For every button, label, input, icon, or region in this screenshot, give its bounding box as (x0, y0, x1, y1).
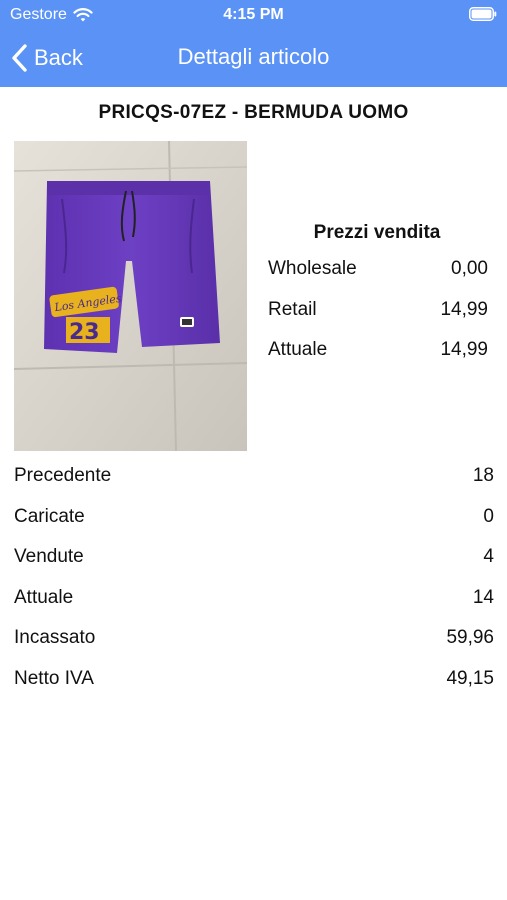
status-time: 4:15 PM (223, 6, 284, 23)
stat-value: 49,15 (446, 667, 494, 689)
stat-value: 18 (472, 465, 494, 486)
screen: Gestore 4:15 PM Back Dettagli articolo P… (0, 0, 507, 900)
price-value: 14,99 (440, 298, 488, 320)
stat-label: Caricate (14, 505, 85, 527)
stat-value: 4 (483, 546, 494, 567)
stat-label: Incassato (14, 627, 96, 648)
stat-label: Vendute (14, 546, 84, 567)
price-value: 0,00 (451, 258, 488, 279)
stat-value: 14 (472, 586, 494, 608)
price-label: Wholesale (268, 258, 357, 279)
product-photo: Los Angeles 23 (14, 141, 247, 451)
price-row-retail: Retail 14,99 (266, 299, 488, 340)
battery-icon (469, 7, 497, 21)
top-bar: Gestore 4:15 PM Back Dettagli articolo (0, 0, 507, 87)
sale-prices-panel: Prezzi vendita Wholesale 0,00 Retail 14,… (266, 222, 488, 380)
stat-row-current: Attuale 14 (14, 587, 494, 628)
status-bar: Gestore 4:15 PM (0, 0, 507, 30)
stat-label: Netto IVA (14, 667, 94, 689)
navigation-bar: Back Dettagli articolo (0, 30, 507, 87)
stat-label: Precedente (14, 465, 112, 486)
page-title: Dettagli articolo (177, 44, 330, 69)
stat-value: 59,96 (446, 627, 494, 648)
sale-prices-title: Prezzi vendita (313, 222, 441, 243)
stat-row-collected: Incassato 59,96 (14, 627, 494, 668)
article-title: PRICQS-07EZ - BERMUDA UOMO (98, 102, 409, 123)
stat-value: 0 (483, 505, 494, 527)
price-row-wholesale: Wholesale 0,00 (266, 258, 488, 299)
product-image: Los Angeles 23 (14, 141, 247, 451)
shorts-print-number: 23 (69, 320, 100, 345)
stat-row-sold: Vendute 4 (14, 546, 494, 587)
stat-row-previous: Precedente 18 (14, 465, 494, 506)
stock-stats-list: Precedente 18 Caricate 0 Vendute 4 Attua… (14, 465, 494, 708)
price-value: 14,99 (440, 339, 488, 360)
price-row-current: Attuale 14,99 (266, 339, 488, 380)
stat-row-loaded: Caricate 0 (14, 506, 494, 547)
price-label: Retail (268, 298, 317, 320)
price-label: Attuale (268, 339, 328, 360)
stat-row-net-vat: Netto IVA 49,15 (14, 668, 494, 709)
stat-label: Attuale (14, 586, 74, 608)
